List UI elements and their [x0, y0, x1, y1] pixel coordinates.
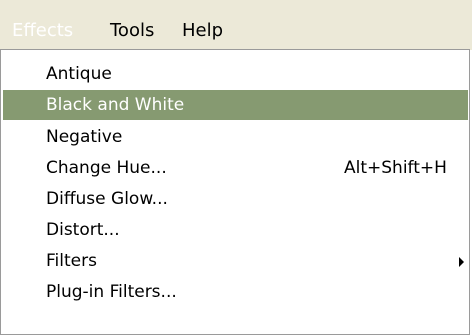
menu-item-label: Diffuse Glow...	[46, 189, 168, 209]
menu-tools[interactable]: Tools	[102, 12, 162, 49]
menu-item-label: Negative	[46, 127, 123, 147]
menu-help-label: Help	[182, 20, 224, 41]
menu-item-label: Antique	[46, 64, 112, 84]
menu-item-antique[interactable]: Antique	[3, 59, 468, 89]
menu-item-filters[interactable]: Filters	[3, 246, 468, 276]
menu-item-distort[interactable]: Distort...	[3, 215, 468, 245]
menu-item-black-and-white[interactable]: Black and White	[3, 90, 468, 120]
menu-item-label: Black and White	[46, 95, 185, 115]
menu-item-label: Filters	[46, 251, 97, 271]
menu-item-label: Distort...	[46, 220, 120, 240]
effects-dropdown-menu: Antique Black and White Negative Change …	[0, 49, 470, 335]
menu-item-label: Plug-in Filters...	[46, 282, 177, 302]
menu-bar: Effects Tools Help	[0, 0, 472, 50]
menu-item-shortcut: Alt+Shift+H	[344, 158, 447, 178]
submenu-arrow-icon	[459, 257, 464, 267]
menu-item-diffuse-glow[interactable]: Diffuse Glow...	[3, 184, 468, 214]
menu-item-plug-in-filters[interactable]: Plug-in Filters...	[3, 277, 468, 307]
menu-item-negative[interactable]: Negative	[3, 122, 468, 152]
menu-tools-label: Tools	[110, 20, 155, 41]
menu-effects-label: Effects	[12, 20, 74, 41]
menu-item-change-hue[interactable]: Change Hue... Alt+Shift+H	[3, 153, 468, 183]
menu-item-label: Change Hue...	[46, 158, 167, 178]
menu-effects[interactable]: Effects	[4, 12, 100, 49]
menu-help[interactable]: Help	[174, 12, 231, 49]
